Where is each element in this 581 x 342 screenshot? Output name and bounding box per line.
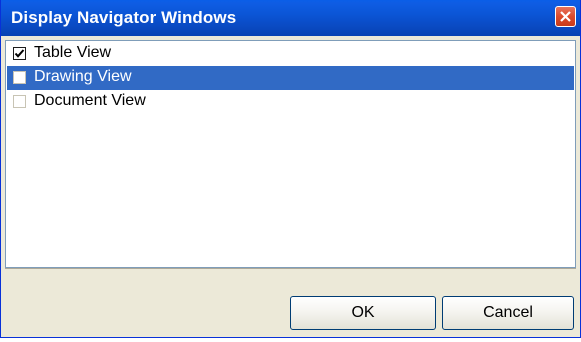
- close-button[interactable]: [555, 6, 576, 27]
- navigator-list[interactable]: Table View Drawing View Document View: [5, 40, 576, 268]
- cancel-button[interactable]: Cancel: [442, 296, 574, 330]
- list-item-document-view[interactable]: Document View: [7, 90, 574, 114]
- close-icon: [560, 11, 571, 22]
- dialog-window: Display Navigator Windows Table View Dra…: [0, 0, 581, 338]
- table-view-checkbox[interactable]: [13, 47, 26, 60]
- drawing-view-label: Drawing View: [34, 68, 132, 85]
- footer-divider: [5, 268, 576, 269]
- list-item-drawing-view[interactable]: Drawing View: [7, 66, 574, 90]
- title-bar[interactable]: Display Navigator Windows: [1, 0, 580, 36]
- table-view-label: Table View: [34, 44, 112, 61]
- checkmark-icon: [14, 49, 25, 58]
- ok-button[interactable]: OK: [290, 296, 436, 330]
- document-view-label: Document View: [34, 92, 146, 109]
- drawing-view-checkbox[interactable]: [13, 71, 26, 84]
- list-item-table-view[interactable]: Table View: [7, 42, 574, 66]
- dialog-title: Display Navigator Windows: [11, 8, 237, 27]
- document-view-checkbox[interactable]: [13, 95, 26, 108]
